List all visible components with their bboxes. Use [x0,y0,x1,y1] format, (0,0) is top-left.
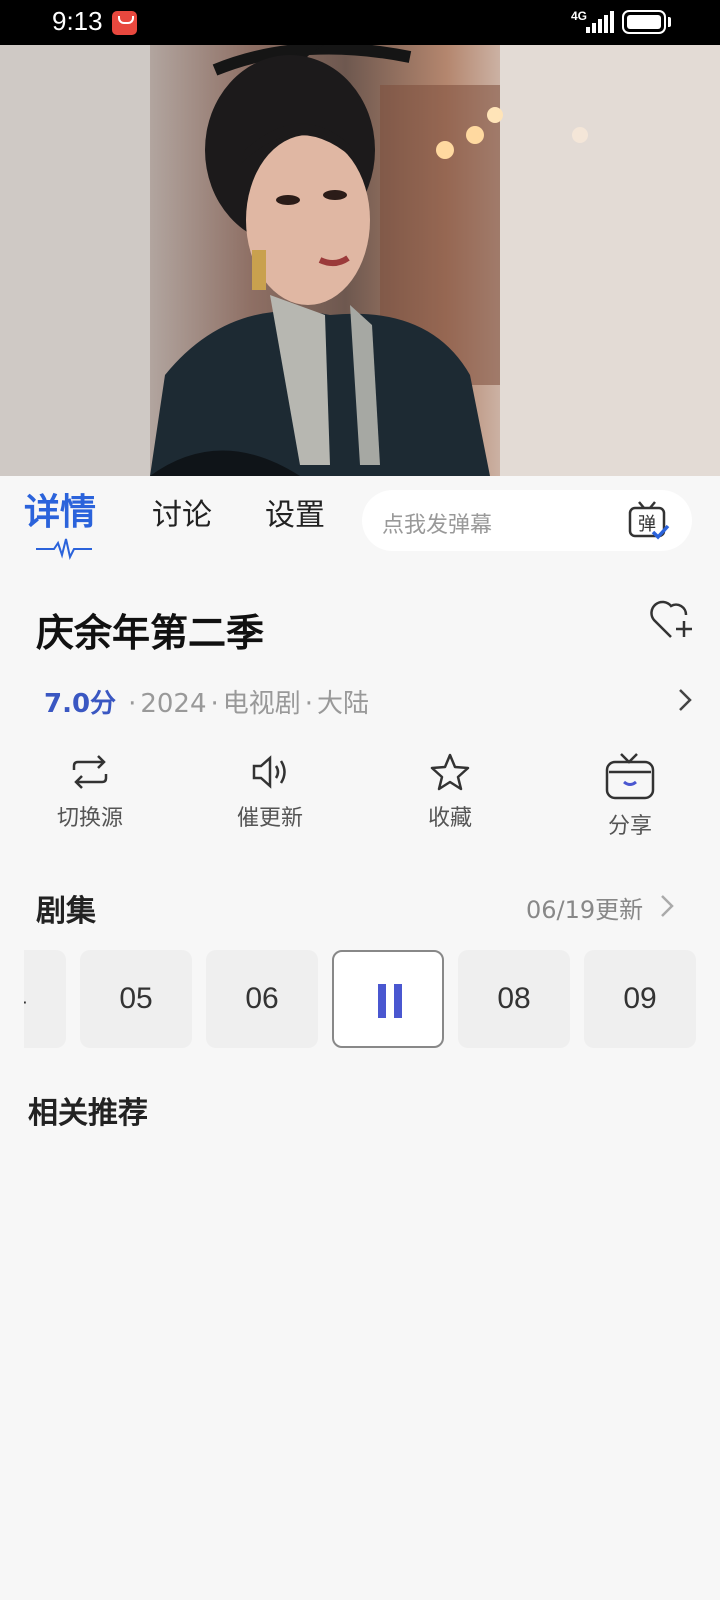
shopping-app-icon [112,11,137,35]
tab-active-indicator [36,538,92,560]
show-meta[interactable]: 7.0分 · 2024 · 电视剧 · 大陆 [44,683,369,720]
episode-item[interactable]: 06 [206,950,318,1048]
switch-source-icon [72,755,108,789]
tab-settings[interactable]: 设置 [265,490,325,534]
meta-dot: · [210,689,219,719]
show-region: 大陆 [317,689,370,719]
episode-number: 04 [24,982,27,1015]
star-icon [430,753,470,791]
show-type: 电视剧 [222,689,301,719]
battery-tip [668,17,671,27]
switch-source-button[interactable]: 切换源 [20,752,160,852]
battery-icon [622,10,666,34]
status-time: 9:13 [52,6,103,36]
danmaku-toggle-icon[interactable]: 弹 [627,500,671,542]
collect-label: 收藏 [427,806,472,831]
episode-item[interactable]: 04 [24,950,66,1048]
meta-dot: · [128,689,137,719]
share-button[interactable]: 分享 [560,752,700,852]
share-label: 分享 [607,814,652,839]
switch-source-label: 切换源 [56,806,123,831]
tab-details[interactable]: 详情 [24,483,96,535]
episode-number: 09 [623,982,657,1015]
episode-item[interactable]: 09 [584,950,696,1048]
chevron-right-icon[interactable] [674,686,696,714]
speaker-icon [252,755,286,789]
episode-item-current[interactable]: 07 [332,950,444,1048]
episode-number: 06 [245,982,279,1015]
episode-item[interactable]: 08 [458,950,570,1048]
chevron-right-icon[interactable] [658,892,676,920]
episode-list[interactable]: 04 05 06 07 08 09 [24,950,696,1050]
status-bar: 9:13 4G [0,0,720,45]
urge-update-button[interactable]: 催更新 [200,752,340,852]
episode-item[interactable]: 05 [80,950,192,1048]
related-section-title: 相关推荐 [28,1096,148,1131]
collect-button[interactable]: 收藏 [380,752,520,852]
urge-update-label: 催更新 [236,806,303,831]
episode-number: 08 [497,982,531,1015]
episodes-update-link[interactable]: 06/19更新 [526,890,643,925]
danmaku-input[interactable]: 点我发弹幕 弹 [362,490,692,551]
meta-dot: · [304,689,314,719]
show-title: 庆余年第二季 [36,611,265,655]
signal-icon [586,11,616,33]
episodes-section-title: 剧集 [36,894,96,929]
tv-share-icon [605,753,655,800]
video-player[interactable] [0,45,720,476]
show-year: 2024 [140,689,207,719]
episode-number: 05 [119,982,153,1015]
now-playing-icon [378,984,402,1018]
show-rating: 7.0分 [44,689,117,719]
video-still [0,45,720,476]
heart-plus-icon[interactable] [648,597,694,641]
danmaku-placeholder: 点我发弹幕 [382,513,493,538]
network-type-label: 4G [571,9,588,23]
tab-discussion[interactable]: 讨论 [152,490,212,534]
